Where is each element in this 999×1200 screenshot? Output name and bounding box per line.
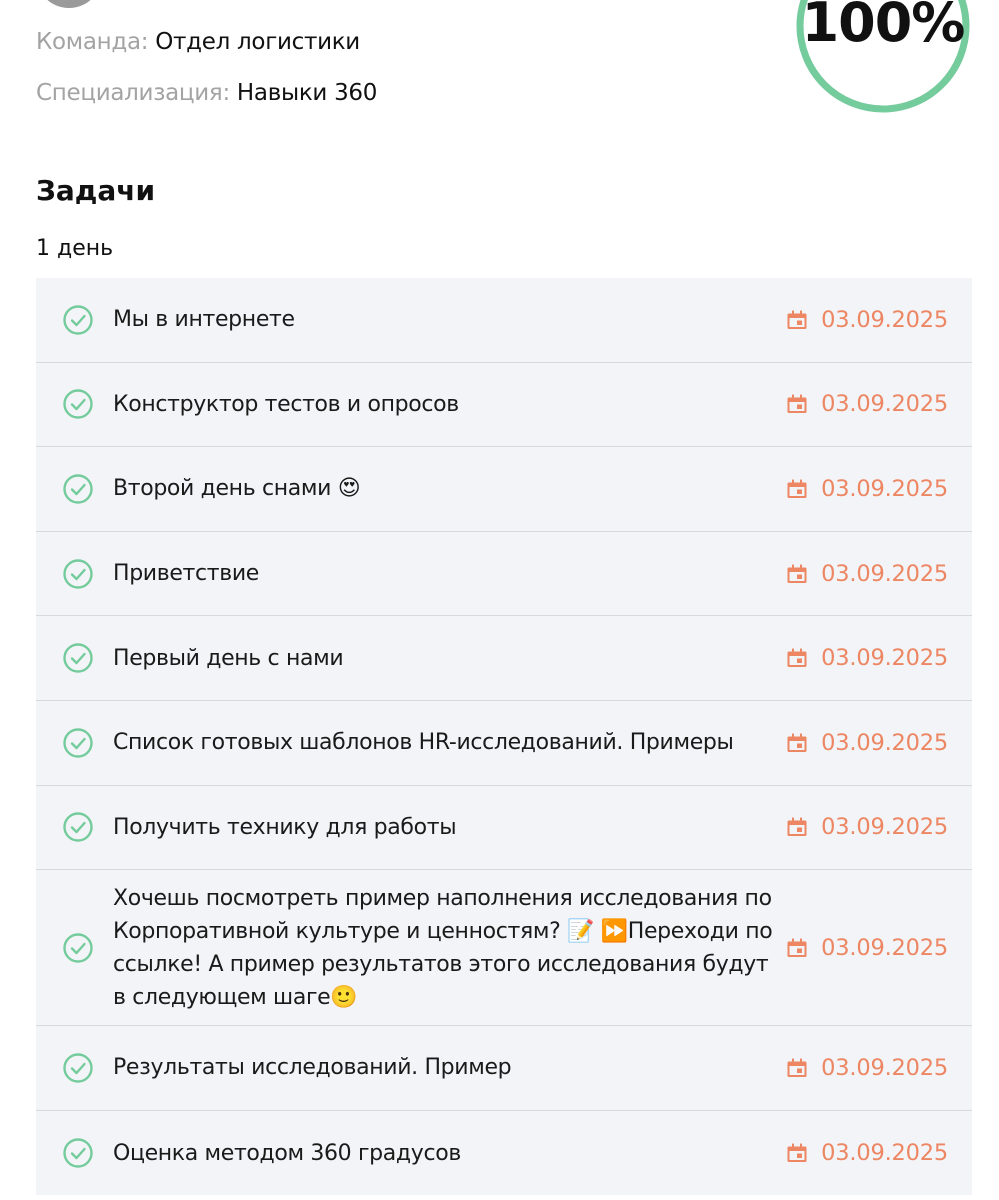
- specialization-value: Навыки 360: [236, 80, 378, 106]
- calendar-icon: [787, 817, 807, 837]
- check-circle-icon: [63, 643, 93, 673]
- team-value: Отдел логистики: [155, 29, 360, 55]
- task-date-text: 03.09.2025: [821, 729, 948, 756]
- task-date: 03.09.2025: [787, 1055, 948, 1081]
- task-date: 03.09.2025: [787, 307, 948, 333]
- task-date: 03.09.2025: [787, 814, 948, 840]
- specialization-row: Специализация: Навыки 360: [36, 80, 377, 106]
- task-title: Оценка методом 360 градусов: [113, 1140, 461, 1166]
- calendar-icon: [787, 1058, 807, 1077]
- task-date-text: 03.09.2025: [821, 1054, 948, 1081]
- employee-profile-page: Команда: Отдел логистики Специализация: …: [0, 0, 999, 1200]
- check-circle-icon: [63, 1138, 93, 1168]
- task-item[interactable]: Результаты исследований. Пример 03.09.20…: [36, 1026, 972, 1111]
- task-date-text: 03.09.2025: [821, 475, 948, 502]
- avatar: [36, 0, 102, 8]
- calendar-icon: [787, 310, 807, 329]
- task-item[interactable]: Оценка методом 360 градусов 03.09.2025: [36, 1110, 972, 1196]
- task-item[interactable]: Первый день с нами 03.09.2025: [36, 616, 972, 701]
- task-date: 03.09.2025: [787, 1140, 948, 1166]
- task-date: 03.09.2025: [787, 476, 948, 502]
- task-title: Мы в интернете: [113, 307, 295, 333]
- task-item[interactable]: Мы в интернете 03.09.2025: [36, 278, 972, 363]
- check-circle-icon: [63, 389, 93, 420]
- task-date-text: 03.09.2025: [821, 560, 948, 587]
- task-title: Конструктор тестов и опросов: [113, 391, 459, 417]
- calendar-icon: [787, 479, 807, 498]
- task-title: Хочешь посмотреть пример наполнения иссл…: [113, 885, 773, 1010]
- specialization-label: Специализация:: [36, 80, 237, 106]
- task-date-text: 03.09.2025: [821, 391, 948, 418]
- task-item[interactable]: Конструктор тестов и опросов 03.09.2025: [36, 362, 972, 448]
- tasks-heading: Задачи: [36, 174, 156, 207]
- task-title: Список готовых шаблонов HR-исследований.…: [113, 730, 734, 756]
- task-date-text: 03.09.2025: [821, 814, 948, 841]
- calendar-icon: [787, 1143, 807, 1163]
- task-date-text: 03.09.2025: [821, 1140, 948, 1167]
- task-date: 03.09.2025: [787, 391, 948, 417]
- day-label: 1 день: [36, 236, 114, 261]
- task-title: Первый день с нами: [113, 645, 344, 671]
- task-date-text: 03.09.2025: [821, 645, 948, 672]
- calendar-icon: [787, 564, 807, 583]
- team-row: Команда: Отдел логистики: [36, 29, 360, 55]
- task-item[interactable]: Список готовых шаблонов HR-исследований.…: [36, 700, 972, 786]
- task-date: 03.09.2025: [787, 645, 948, 671]
- check-circle-icon: [63, 474, 93, 504]
- task-date-text: 03.09.2025: [821, 934, 948, 961]
- task-item[interactable]: Хочешь посмотреть пример наполнения иссл…: [36, 870, 972, 1027]
- calendar-icon: [787, 394, 807, 414]
- check-circle-icon: [63, 558, 93, 589]
- calendar-icon: [787, 938, 807, 957]
- check-circle-icon: [63, 1053, 93, 1083]
- task-title: Результаты исследований. Пример: [113, 1055, 512, 1081]
- check-circle-icon: [63, 305, 93, 335]
- calendar-icon: [787, 648, 807, 668]
- task-item[interactable]: Приветствие 03.09.2025: [36, 531, 972, 617]
- task-item[interactable]: Получить технику для работы 03.09.2025: [36, 785, 972, 871]
- task-title: Второй день снами 😍: [113, 476, 361, 502]
- progress-percent: 100%: [801, 0, 966, 54]
- task-date: 03.09.2025: [787, 561, 948, 587]
- check-circle-icon: [63, 812, 93, 843]
- task-list: Мы в интернете 03.09.2025 Конструктор те…: [36, 278, 972, 1196]
- task-date-text: 03.09.2025: [821, 306, 948, 333]
- task-title: Приветствие: [113, 561, 259, 587]
- task-item[interactable]: Второй день снами 😍 03.09.2025: [36, 447, 972, 532]
- team-label: Команда:: [36, 29, 156, 55]
- task-title: Получить технику для работы: [113, 814, 457, 840]
- task-date: 03.09.2025: [787, 730, 948, 756]
- calendar-icon: [787, 733, 807, 752]
- task-date: 03.09.2025: [787, 935, 948, 961]
- check-circle-icon: [63, 932, 93, 963]
- check-circle-icon: [63, 728, 93, 758]
